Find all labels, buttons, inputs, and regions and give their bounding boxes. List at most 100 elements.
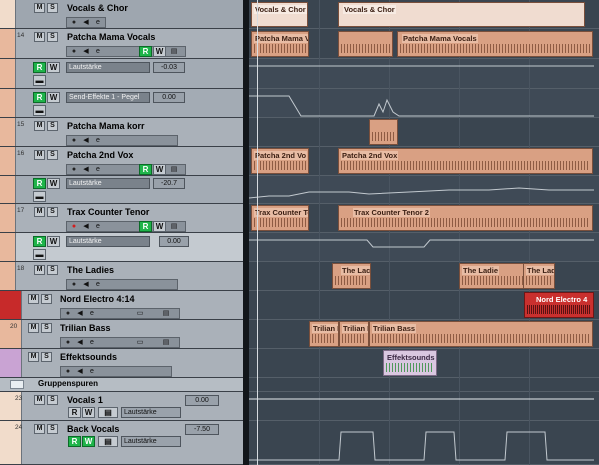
lane-button[interactable]: ▬ xyxy=(33,105,46,116)
automation-track-volume[interactable]: R W ▬ Lautstärke -20.7 xyxy=(0,176,243,204)
read-automation-button[interactable]: R xyxy=(68,407,81,418)
mute-button[interactable]: M xyxy=(34,121,45,131)
track-name[interactable]: Vocals 1 xyxy=(67,395,103,405)
track-back-vocals[interactable]: 24 M S Back Vocals R W ▤ Lautstärke -7.5… xyxy=(0,421,243,465)
monitor-button[interactable]: ◀ xyxy=(75,368,85,376)
solo-button[interactable]: S xyxy=(41,294,52,304)
track-name[interactable]: Patcha 2nd Vox xyxy=(67,150,133,160)
solo-button[interactable]: S xyxy=(47,395,58,405)
monitor-button[interactable]: ◀ xyxy=(81,166,91,174)
playback-cursor[interactable] xyxy=(257,0,258,465)
track-name[interactable]: Trax Counter Tenor xyxy=(67,207,149,217)
record-enable-button[interactable]: ● xyxy=(69,281,79,289)
mute-button[interactable]: M xyxy=(28,323,39,333)
track-nord-electro[interactable]: M S Nord Electro 4:14 ● ◀ e ▭ ▤ xyxy=(0,291,243,320)
lane-button[interactable]: ▤ xyxy=(169,48,179,56)
monitor-button[interactable]: ◀ xyxy=(75,339,85,347)
lane-button[interactable]: ▤ xyxy=(169,166,179,174)
automation-value[interactable]: 0.00 xyxy=(185,395,219,406)
automation-parameter[interactable]: Lautstärke xyxy=(66,236,150,247)
monitor-button[interactable]: ◀ xyxy=(75,310,85,318)
write-automation-button[interactable]: W xyxy=(153,46,166,57)
write-automation-button[interactable]: W xyxy=(82,436,95,447)
automation-track-send[interactable]: R W ▬ Send-Effekte 1 - Pegel 0.00 xyxy=(0,89,243,118)
edit-button[interactable]: e xyxy=(87,368,97,376)
edit-button[interactable]: e xyxy=(93,137,103,145)
write-automation-button[interactable]: W xyxy=(47,62,60,73)
automation-value[interactable]: 0.00 xyxy=(153,92,185,103)
read-automation-button[interactable]: R xyxy=(33,62,46,73)
track-the-ladies[interactable]: 18 M S The Ladies ● ◀ e xyxy=(0,262,243,291)
record-enable-button[interactable]: ● xyxy=(69,19,79,27)
record-enable-button[interactable]: ● xyxy=(63,339,73,347)
write-automation-button[interactable]: W xyxy=(153,164,166,175)
read-automation-button[interactable]: R xyxy=(33,236,46,247)
track-vocals-1[interactable]: 23 M S Vocals 1 R W ▤ Lautstärke 0.00 xyxy=(0,392,243,421)
record-enable-button[interactable]: ● xyxy=(69,48,79,56)
solo-button[interactable]: S xyxy=(47,3,58,13)
track-name[interactable]: Effektsounds xyxy=(60,352,117,362)
solo-button[interactable]: S xyxy=(47,32,58,42)
automation-value[interactable]: -20.7 xyxy=(153,178,185,189)
mute-button[interactable]: M xyxy=(34,150,45,160)
edit-button[interactable]: e xyxy=(93,281,103,289)
write-automation-button[interactable]: W xyxy=(47,236,60,247)
automation-track-volume[interactable]: R W ▬ Lautstärke 0.00 xyxy=(0,233,243,262)
mute-button[interactable]: M xyxy=(34,265,45,275)
monitor-button[interactable]: ◀ xyxy=(81,223,91,231)
record-enable-button[interactable]: ● xyxy=(63,368,73,376)
track-name[interactable]: Nord Electro 4:14 xyxy=(60,294,135,304)
arrangement-area[interactable]: Vocals & Chor Vocals & Chor Patcha Mama … xyxy=(249,0,599,465)
lane-button[interactable]: ▤ xyxy=(98,436,118,447)
read-automation-button[interactable]: R xyxy=(33,178,46,189)
solo-button[interactable]: S xyxy=(47,150,58,160)
automation-parameter[interactable]: Lautstärke xyxy=(66,178,150,189)
record-enable-button[interactable]: ● xyxy=(69,166,79,174)
track-name[interactable]: Vocals & Chor xyxy=(67,3,128,13)
track-patcha-mama-vocals[interactable]: 14 M S Patcha Mama Vocals ● ◀ e R W ▤ xyxy=(0,29,243,59)
read-automation-button[interactable]: R xyxy=(33,92,46,103)
lane-button[interactable]: ▤ xyxy=(169,223,179,231)
solo-button[interactable]: S xyxy=(41,352,52,362)
lane-button[interactable]: ▤ xyxy=(161,310,171,318)
mute-button[interactable]: M xyxy=(34,207,45,217)
track-name[interactable]: Trilian Bass xyxy=(60,323,111,333)
mute-button[interactable]: M xyxy=(34,395,45,405)
edit-button[interactable]: e xyxy=(93,19,103,27)
lane-button[interactable]: ▬ xyxy=(33,191,46,202)
lane-button[interactable]: ▬ xyxy=(33,249,46,260)
write-automation-button[interactable]: W xyxy=(82,407,95,418)
instrument-edit-icon[interactable]: ▭ xyxy=(135,339,145,347)
edit-button[interactable]: e xyxy=(87,339,97,347)
solo-button[interactable]: S xyxy=(47,424,58,434)
mute-button[interactable]: M xyxy=(28,352,39,362)
mute-button[interactable]: M xyxy=(34,3,45,13)
lane-button[interactable]: ▤ xyxy=(161,339,171,347)
automation-parameter[interactable]: Lautstärke xyxy=(121,407,181,418)
lane-button[interactable]: ▤ xyxy=(98,407,118,418)
track-effektsounds[interactable]: M S Effektsounds ● ◀ e xyxy=(0,349,243,378)
track-name[interactable]: Patcha Mama korr xyxy=(67,121,145,131)
mute-button[interactable]: M xyxy=(28,294,39,304)
track-name[interactable]: Back Vocals xyxy=(67,424,119,434)
automation-value[interactable]: -7.50 xyxy=(185,424,219,435)
automation-value[interactable]: -0.03 xyxy=(153,62,185,73)
solo-button[interactable]: S xyxy=(41,323,52,333)
automation-track-volume[interactable]: R W ▬ Lautstärke -0.03 xyxy=(0,59,243,89)
record-enable-button[interactable]: ● xyxy=(63,310,73,318)
mute-button[interactable]: M xyxy=(34,32,45,42)
track-patcha-mama-korr[interactable]: 15 M S Patcha Mama korr ● ◀ e xyxy=(0,118,243,147)
solo-button[interactable]: S xyxy=(47,265,58,275)
record-enable-button[interactable]: ● xyxy=(69,223,79,231)
monitor-button[interactable]: ◀ xyxy=(81,281,91,289)
track-vocals-chor[interactable]: M S Vocals & Chor ● ◀ e xyxy=(0,0,243,29)
solo-button[interactable]: S xyxy=(47,121,58,131)
read-automation-button[interactable]: R xyxy=(139,164,152,175)
write-automation-button[interactable]: W xyxy=(153,221,166,232)
monitor-button[interactable]: ◀ xyxy=(81,137,91,145)
edit-button[interactable]: e xyxy=(93,223,103,231)
record-enable-button[interactable]: ● xyxy=(69,137,79,145)
automation-parameter[interactable]: Send-Effekte 1 - Pegel xyxy=(66,92,150,103)
lane-button[interactable]: ▬ xyxy=(33,75,46,86)
track-patcha-2nd-vox[interactable]: 16 M S Patcha 2nd Vox ● ◀ e R W ▤ xyxy=(0,147,243,176)
